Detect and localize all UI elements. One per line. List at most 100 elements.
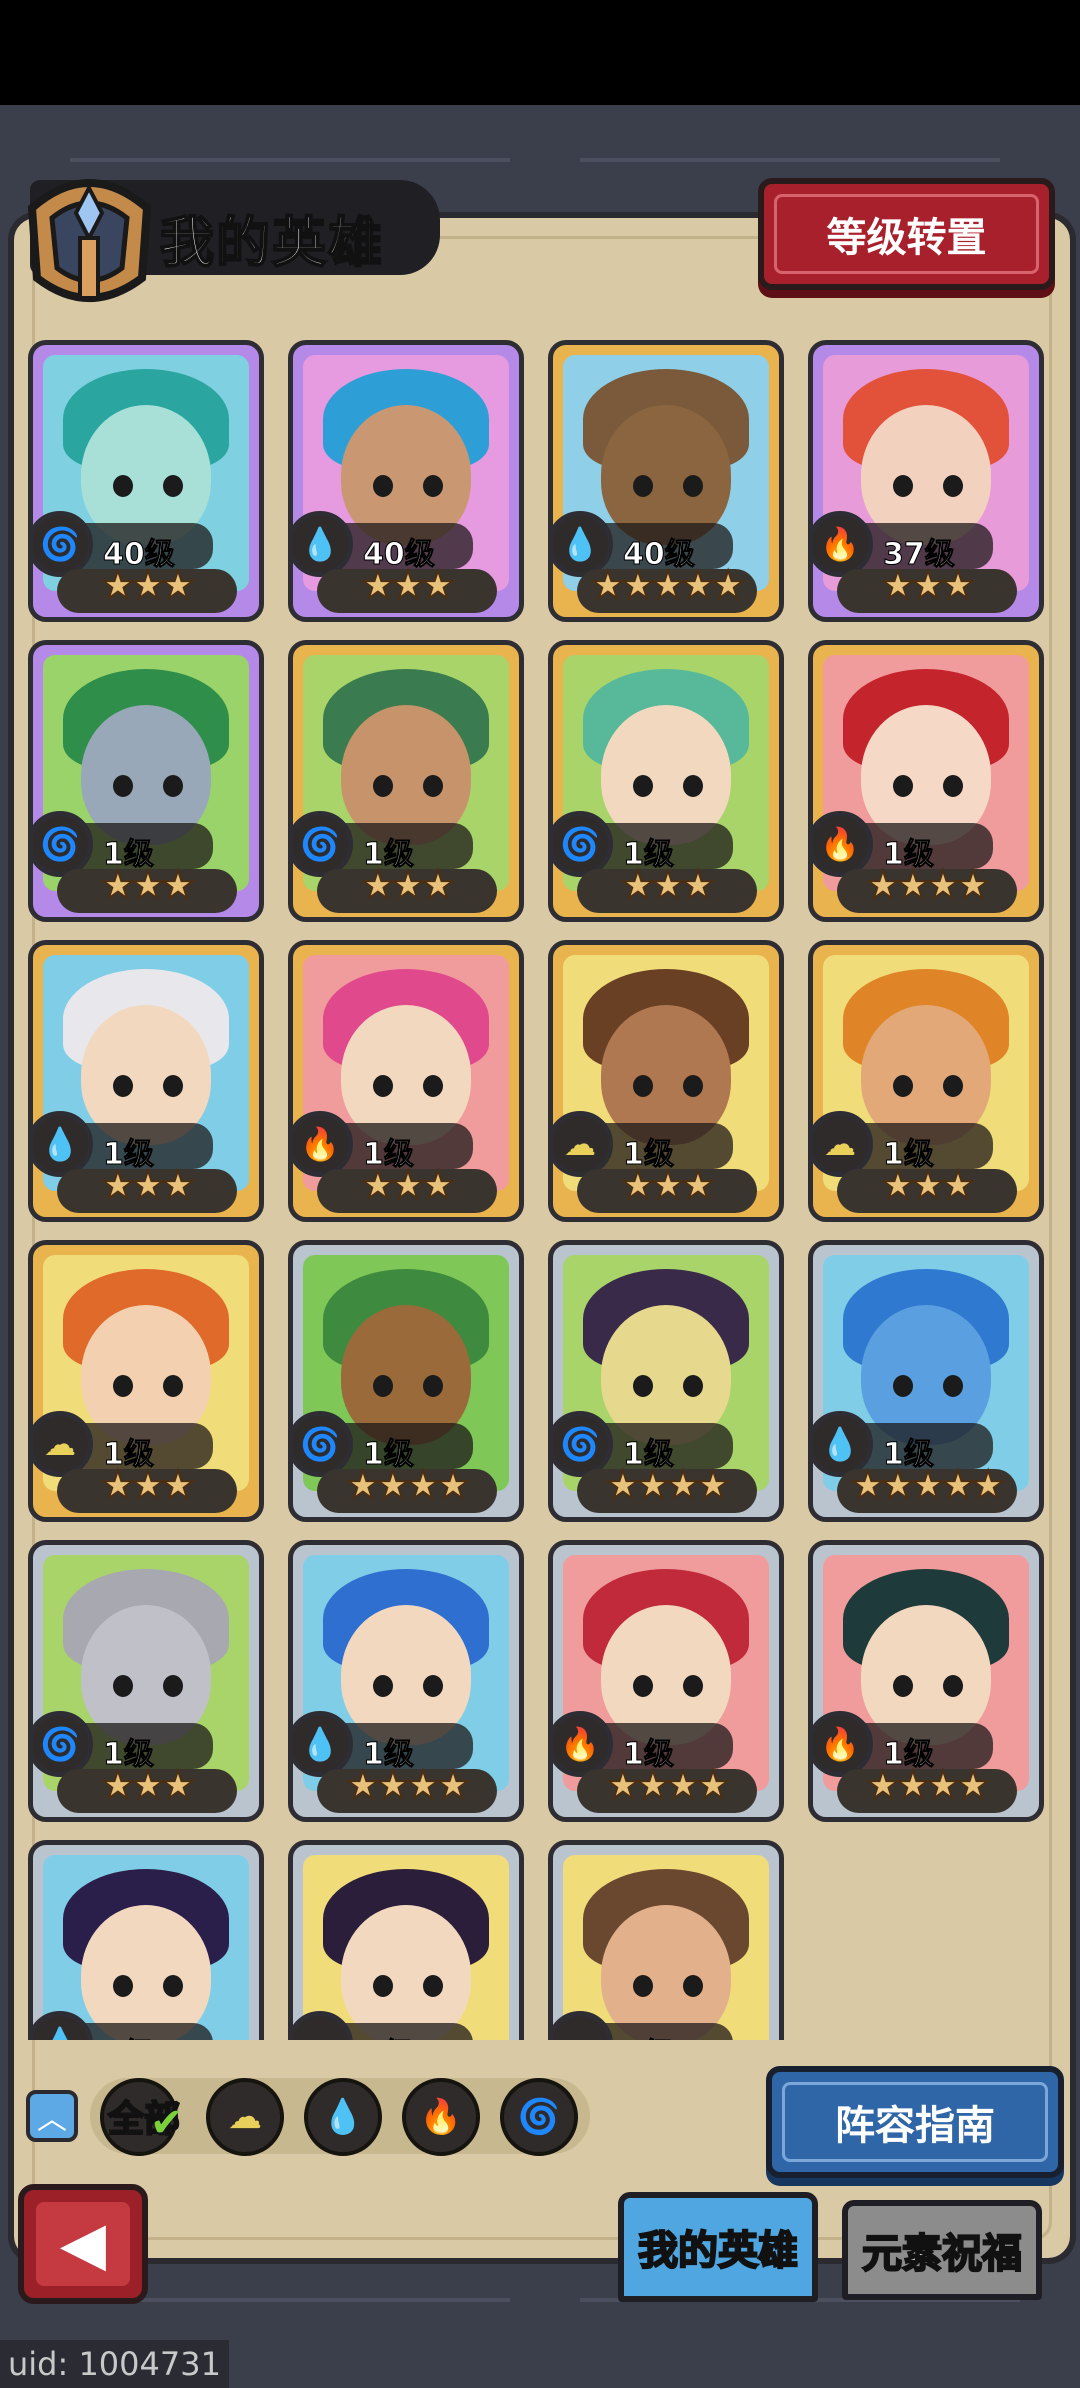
hero-eye (373, 475, 393, 497)
star-rating: ★★★ (100, 862, 196, 908)
star-rating: ★★★ (100, 1462, 196, 1508)
hero-card[interactable]: 1级 ☁ ★★★ (548, 940, 784, 1222)
hero-portrait (43, 1855, 249, 2040)
hero-card[interactable]: 40级 🌀 ★★★ (28, 340, 264, 622)
hero-eye (943, 775, 963, 797)
hero-eye (683, 1675, 703, 1697)
hero-portrait (303, 1855, 509, 2040)
star-rating: ★★★ (100, 1162, 196, 1208)
hero-face (341, 1905, 471, 2040)
hero-card[interactable]: 1级☁ (288, 1840, 524, 2040)
hero-card[interactable]: 40级 💧 ★★★★★ (548, 340, 784, 622)
hero-card[interactable]: 1级 💧 ★★★★★ (808, 1240, 1044, 1522)
hero-eye (423, 475, 443, 497)
hero-card[interactable]: 1级 ☁ ★★★ (28, 1240, 264, 1522)
hero-card[interactable]: 1级💧 (28, 1840, 264, 2040)
hero-card[interactable]: 1级 🔥 ★★★ (288, 940, 524, 1222)
hero-eye (683, 475, 703, 497)
decor-line (580, 158, 1000, 162)
hero-card[interactable]: 1级 🌀 ★★★ (548, 640, 784, 922)
check-icon: ✔ (150, 2100, 184, 2146)
hero-eye (373, 1675, 393, 1697)
filter-earth-button[interactable]: ☁ (206, 2078, 284, 2156)
hero-card[interactable]: 1级 ☁ ★★★ (808, 940, 1044, 1222)
hero-eye (373, 1975, 393, 1997)
hero-eye (633, 775, 653, 797)
hero-grid[interactable]: 40级 🌀 ★★★ 40级 💧 ★★★ 40级 💧 ★★★★★ 37级 🔥 ★★★ 1级 🌀 ★★★ 1级 🌀 ★… (28, 340, 1052, 2040)
star-rating: ★★★★ (605, 1462, 731, 1508)
level-transfer-label: 等级转置 (774, 194, 1039, 274)
star-rating: ★★★ (360, 562, 456, 608)
hero-eye (163, 1675, 183, 1697)
hero-eye (943, 1375, 963, 1397)
star-rating: ★★★ (620, 1162, 716, 1208)
tab-element-blessing[interactable]: 元素祝福 (842, 2200, 1042, 2300)
hero-card[interactable]: 1级 💧 ★★★★ (288, 1540, 524, 1822)
hero-card[interactable]: 1级☁ (548, 1840, 784, 2040)
hero-eye (373, 775, 393, 797)
star-rating: ★★★★ (865, 1762, 991, 1808)
hero-eye (943, 1075, 963, 1097)
filter-wind-button[interactable]: 🌀 (500, 2078, 578, 2156)
lineup-guide-button[interactable]: 阵容指南 (766, 2066, 1064, 2178)
hero-eye (683, 1075, 703, 1097)
hero-card[interactable]: 1级 💧 ★★★ (28, 940, 264, 1222)
hero-eye (423, 1675, 443, 1697)
star-rating: ★★★ (880, 1162, 976, 1208)
star-rating: ★★★★ (605, 1762, 731, 1808)
hero-eye (943, 1675, 963, 1697)
hero-eye (893, 1075, 913, 1097)
hero-eye (113, 775, 133, 797)
page-title: 我的英雄 (159, 210, 384, 275)
star-rating: ★★★★★ (590, 562, 746, 608)
hero-card[interactable]: 40级 💧 ★★★ (288, 340, 524, 622)
star-rating: ★★★ (360, 862, 456, 908)
hero-card[interactable]: 1级 🌀 ★★★★ (548, 1240, 784, 1522)
star-rating: ★★★★ (345, 1462, 471, 1508)
hero-eye (163, 775, 183, 797)
hero-card[interactable]: 1级 🌀 ★★★ (28, 640, 264, 922)
level-transfer-button[interactable]: 等级转置 (758, 178, 1055, 290)
hero-eye (633, 1675, 653, 1697)
hero-eye (893, 775, 913, 797)
hero-eye (423, 775, 443, 797)
hero-eye (163, 1075, 183, 1097)
hero-eye (163, 1375, 183, 1397)
decor-line (70, 158, 510, 162)
earth-element-icon: ☁ (228, 2097, 262, 2137)
back-button[interactable]: ◀ (18, 2184, 148, 2304)
chevron-up-icon[interactable]: ︿ (26, 2090, 78, 2142)
hero-card[interactable]: 37级 🔥 ★★★ (808, 340, 1044, 622)
hero-eye (633, 475, 653, 497)
star-rating: ★★★ (100, 1762, 196, 1808)
hero-eye (113, 475, 133, 497)
hero-card[interactable]: 1级 🌀 ★★★ (28, 1540, 264, 1822)
hero-eye (373, 1375, 393, 1397)
back-arrow-icon: ◀ (36, 2202, 130, 2286)
hero-eye (423, 1375, 443, 1397)
hero-level: 1级 (103, 2029, 155, 2041)
star-rating: ★★★ (620, 862, 716, 908)
hero-level: 1级 (363, 2029, 415, 2041)
hero-card[interactable]: 1级 🌀 ★★★★ (288, 1240, 524, 1522)
uid-label: uid: 1004731 (0, 2340, 229, 2388)
wind-element-icon: 🌀 (517, 2097, 561, 2137)
hero-card[interactable]: 1级 🌀 ★★★ (288, 640, 524, 922)
lineup-guide-label: 阵容指南 (782, 2082, 1048, 2162)
tab-my-heroes[interactable]: 我的英雄 (618, 2192, 818, 2302)
hero-card[interactable]: 1级 🔥 ★★★★ (808, 1540, 1044, 1822)
hero-card[interactable]: 1级 🔥 ★★★★ (548, 1540, 784, 1822)
status-bar (0, 0, 1080, 105)
hero-eye (943, 475, 963, 497)
hero-eye (683, 775, 703, 797)
hero-eye (373, 1075, 393, 1097)
hero-eye (893, 1375, 913, 1397)
hero-face (81, 1905, 211, 2040)
water-element-icon: 💧 (321, 2097, 365, 2137)
hero-face (601, 1905, 731, 2040)
hero-card[interactable]: 1级 🔥 ★★★★ (808, 640, 1044, 922)
hero-eye (633, 1375, 653, 1397)
filter-fire-button[interactable]: 🔥 (402, 2078, 480, 2156)
filter-water-button[interactable]: 💧 (304, 2078, 382, 2156)
hero-eye (633, 1975, 653, 1997)
